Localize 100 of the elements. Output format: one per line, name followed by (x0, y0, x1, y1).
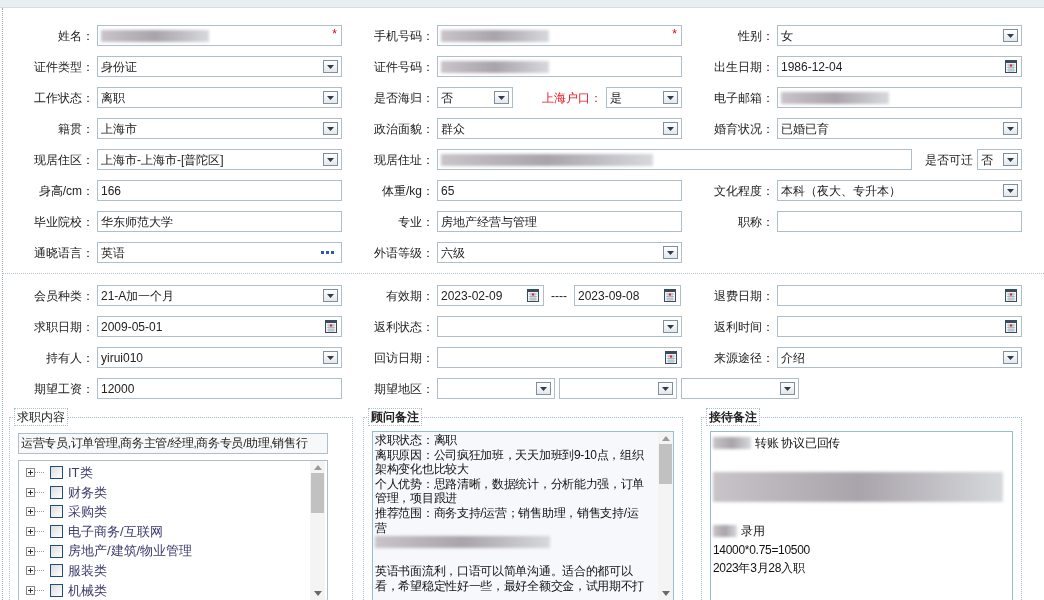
text-field[interactable]: 65 (437, 180, 682, 201)
note-text: 看，希望稳定性好一些，最好全额交金，试用期不打 (375, 578, 646, 594)
checkbox[interactable] (50, 525, 63, 538)
dropdown-field[interactable]: 已婚已育 (777, 118, 1022, 139)
dropdown-button[interactable] (658, 382, 673, 395)
text-field[interactable]: * (97, 25, 342, 46)
text-field[interactable] (437, 56, 682, 77)
text-field[interactable]: 华东师范大学 (97, 211, 342, 232)
dropdown-button[interactable] (663, 122, 678, 135)
date-field[interactable]: 2023-02-09 (437, 285, 544, 306)
scrollbar[interactable] (310, 461, 325, 600)
dropdown-field[interactable]: 否 (977, 149, 1022, 170)
date-field[interactable] (777, 316, 1022, 337)
dropdown-field[interactable]: 是 (606, 87, 682, 108)
tree-item[interactable]: 服装类 (68, 560, 107, 581)
calendar-icon[interactable] (665, 351, 677, 364)
dropdown-button[interactable] (1003, 29, 1018, 42)
checkbox[interactable] (50, 564, 63, 578)
dropdown-button[interactable] (663, 91, 678, 104)
selection-field[interactable]: 运营专员,订单管理,商务主管/经理,商务专员/助理,销售行 (18, 433, 328, 454)
date-field[interactable] (437, 347, 682, 368)
dropdown-button[interactable] (323, 60, 338, 73)
dropdown-field[interactable]: 女 (777, 25, 1022, 46)
expand-icon[interactable] (26, 585, 45, 595)
dropdown-field[interactable] (437, 316, 682, 337)
calendar-icon[interactable] (527, 289, 539, 302)
calendar-icon[interactable] (1005, 289, 1017, 302)
expand-icon[interactable] (26, 487, 45, 497)
date-field[interactable]: 1986-12-04 (777, 56, 1022, 77)
text-field[interactable]: 12000 (97, 378, 342, 399)
dropdown-field[interactable]: 否 (437, 87, 513, 108)
calendar-icon[interactable] (664, 289, 676, 302)
dropdown-button[interactable] (323, 91, 338, 104)
date-field[interactable] (777, 285, 1022, 306)
scrollbar[interactable] (658, 432, 673, 600)
dropdown-button[interactable] (780, 382, 795, 395)
tree-item[interactable]: 机械类 (68, 580, 107, 600)
dropdown-button[interactable] (1003, 153, 1018, 166)
calendar-icon[interactable] (1005, 320, 1017, 333)
more-icon[interactable] (321, 250, 335, 255)
text-field[interactable] (777, 87, 1022, 108)
expand-icon[interactable] (26, 527, 45, 536)
dropdown-button[interactable] (663, 320, 678, 333)
tree-item[interactable]: 财务类 (68, 482, 107, 503)
date-field[interactable]: 2023-09-08 (574, 285, 681, 306)
tree-item[interactable]: 采购类 (68, 502, 107, 522)
dropdown-button[interactable] (663, 246, 678, 259)
text-field[interactable] (777, 211, 1022, 232)
scroll-thumb[interactable] (659, 444, 672, 484)
text-field[interactable]: * (437, 25, 682, 46)
checkbox[interactable] (50, 485, 63, 499)
expand-icon[interactable] (26, 546, 45, 556)
expand-icon[interactable] (26, 468, 45, 478)
checkbox[interactable] (50, 466, 63, 480)
dropdown-button[interactable] (323, 122, 338, 135)
calendar-icon[interactable] (325, 320, 337, 333)
dropdown-button[interactable] (323, 153, 338, 166)
dropdown-field[interactable] (681, 378, 799, 399)
date-field[interactable]: 2009-05-01 (97, 316, 342, 337)
text-field[interactable] (437, 149, 912, 170)
dropdown-button[interactable] (494, 91, 509, 104)
tree-item[interactable]: 房地产/建筑/物业管理 (68, 541, 193, 561)
tree-item[interactable]: IT类 (68, 463, 93, 483)
dropdown-field[interactable] (437, 378, 555, 399)
calendar-icon[interactable] (1005, 60, 1017, 73)
dropdown-button[interactable] (1003, 122, 1018, 135)
scroll-down-icon[interactable] (313, 591, 322, 596)
notes-area[interactable]: 转账 协议已回传 录用 14000*0.75=10500 2023年3月28入职 (710, 431, 1013, 600)
tree-item[interactable]: 电子商务/互联网 (68, 521, 163, 542)
scroll-up-icon[interactable] (313, 465, 322, 470)
expand-icon[interactable] (26, 566, 45, 576)
blurred-text (713, 437, 751, 449)
text-field[interactable]: 166 (97, 180, 342, 201)
dropdown-field[interactable]: 介绍 (777, 347, 1022, 368)
dropdown-field[interactable] (559, 378, 677, 399)
dropdown-field[interactable]: yirui010 (97, 347, 342, 368)
scroll-down-icon[interactable] (661, 591, 670, 596)
checkbox[interactable] (50, 544, 63, 558)
dropdown-field[interactable]: 六级 (437, 242, 682, 263)
expand-icon[interactable] (26, 507, 45, 517)
dropdown-field[interactable]: 本科（夜大、专升本） (777, 180, 1022, 201)
dropdown-button[interactable] (323, 351, 338, 364)
scroll-thumb[interactable] (311, 473, 324, 513)
text-field[interactable]: 房地产经营与管理 (437, 211, 682, 232)
scroll-up-icon[interactable] (661, 436, 670, 441)
dropdown-button[interactable] (1003, 184, 1018, 197)
checkbox[interactable] (50, 583, 63, 597)
picker-field[interactable]: 英语 (97, 242, 342, 263)
dropdown-field[interactable]: 群众 (437, 118, 682, 139)
note-text: 推荐范围：商务支持/运营；销售助理，销售支持/运 (375, 505, 640, 521)
dropdown-field[interactable]: 离职 (97, 87, 342, 108)
dropdown-field[interactable]: 身份证 (97, 56, 342, 77)
dropdown-button[interactable] (536, 382, 551, 395)
dropdown-field[interactable]: 上海市 (97, 118, 342, 139)
checkbox[interactable] (50, 505, 63, 519)
dropdown-field[interactable]: 21-A加一个月 (97, 285, 342, 306)
dropdown-button[interactable] (1003, 351, 1018, 364)
dropdown-button[interactable] (323, 289, 338, 302)
notes-area[interactable]: 求职状态：离职 离职原因：公司疯狂加班，天天加班到9-10点，组织 架构变化也比较大 个人优势：思路清晰，数据统计，分析能力强，订单 管理，项目跟进 推荐范围：商务支持/运营；销售助理，销售支持/运 营 英语书面流利，口语可以简单沟通。适合的都可以 看，希望稳定性好一些，最好全额交金，试用期不打 (372, 431, 674, 600)
dropdown-field[interactable]: 上海市-上海市-[普陀区] (97, 149, 342, 170)
